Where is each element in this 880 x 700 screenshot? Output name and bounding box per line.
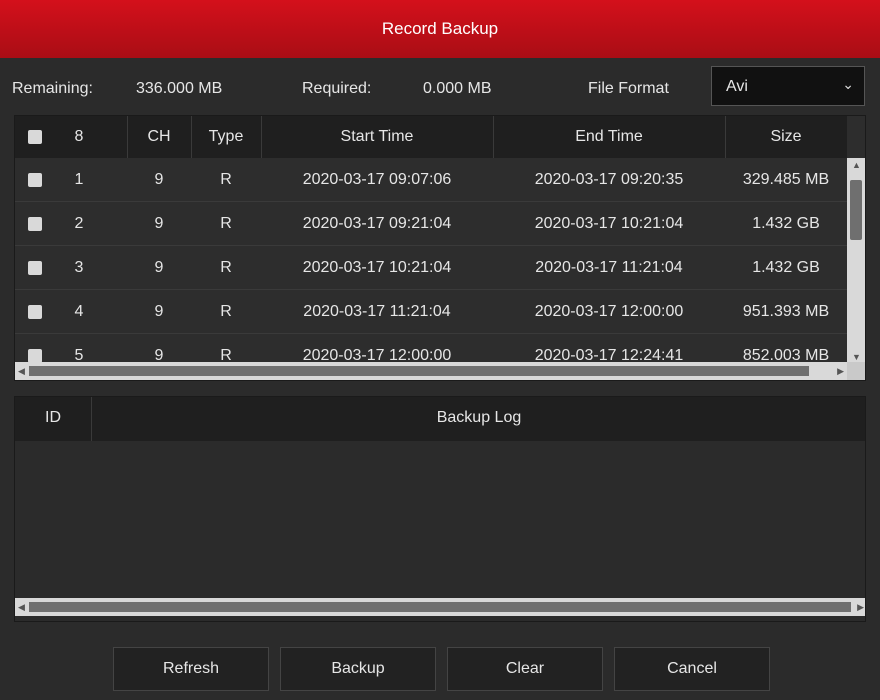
horizontal-scroll-thumb[interactable] (29, 366, 809, 376)
row-start-time: 2020-03-17 10:21:04 (302, 259, 452, 276)
row-type: R (220, 259, 232, 276)
vertical-scroll-thumb[interactable] (850, 180, 862, 240)
chevron-down-icon: ⌄ (842, 76, 854, 92)
file-format-label: File Format (588, 80, 669, 97)
row-type: R (220, 303, 232, 320)
row-end-time: 2020-03-17 09:20:35 (534, 171, 684, 188)
select-all-checkbox[interactable] (28, 130, 42, 144)
row-end-time: 2020-03-17 10:21:04 (534, 215, 684, 232)
row-size: 329.485 MB (742, 171, 830, 188)
col-ch: CH (147, 128, 171, 145)
table-row[interactable]: 1 9 R 2020-03-17 09:07:06 2020-03-17 09:… (15, 158, 847, 202)
row-number: 4 (74, 303, 84, 320)
required-label: Required: (302, 80, 372, 97)
col-backup-log: Backup Log (436, 409, 522, 426)
file-format-select[interactable]: Avi ⌄ (711, 66, 865, 106)
row-checkbox[interactable] (28, 349, 42, 363)
row-checkbox[interactable] (28, 305, 42, 319)
scroll-right-icon[interactable]: ▶ (857, 602, 864, 613)
col-id: ID (45, 409, 61, 426)
file-format-value: Avi (726, 78, 748, 95)
table-row[interactable]: 2 9 R 2020-03-17 09:21:04 2020-03-17 10:… (15, 202, 847, 246)
row-number: 3 (74, 259, 84, 276)
row-start-time: 2020-03-17 09:07:06 (302, 171, 452, 188)
table-row[interactable]: 4 9 R 2020-03-17 11:21:04 2020-03-17 12:… (15, 290, 847, 334)
row-size: 951.393 MB (742, 303, 830, 320)
row-size: 1.432 GB (752, 259, 820, 276)
required-value: 0.000 MB (423, 80, 492, 97)
record-file-table: 8 CH Type Start Time End Time Size 1 9 R… (14, 115, 866, 381)
row-type: R (220, 171, 232, 188)
col-size: Size (770, 128, 802, 145)
clear-button[interactable]: Clear (447, 647, 603, 691)
remaining-label: Remaining: (12, 80, 93, 97)
row-end-time: 2020-03-17 12:00:00 (534, 303, 684, 320)
row-start-time: 2020-03-17 09:21:04 (302, 215, 452, 232)
row-channel: 9 (154, 303, 164, 320)
col-start-time: Start Time (340, 128, 414, 145)
row-end-time: 2020-03-17 11:21:04 (535, 259, 683, 276)
col-type: Type (208, 128, 244, 145)
remaining-value: 336.000 MB (136, 80, 223, 97)
log-table-header: ID Backup Log (15, 397, 865, 441)
row-checkbox[interactable] (28, 173, 42, 187)
row-channel: 9 (154, 215, 164, 232)
cancel-button[interactable]: Cancel (614, 647, 770, 691)
scroll-left-icon[interactable]: ◀ (18, 366, 25, 377)
row-channel: 9 (154, 259, 164, 276)
col-end-time: End Time (575, 128, 643, 145)
row-size: 1.432 GB (752, 215, 820, 232)
scroll-down-icon[interactable]: ▼ (852, 352, 861, 362)
row-type: R (220, 215, 232, 232)
row-number: 2 (74, 215, 84, 232)
scroll-right-icon[interactable]: ▶ (837, 366, 844, 377)
row-checkbox[interactable] (28, 261, 42, 275)
log-table-horizontal-scrollbar[interactable]: ◀ ▶ (15, 598, 865, 616)
row-channel: 9 (154, 171, 164, 188)
backup-log-table: ID Backup Log ◀ ▶ (14, 396, 866, 622)
row-number: 1 (74, 171, 84, 188)
horizontal-scroll-thumb[interactable] (29, 602, 851, 612)
scroll-left-icon[interactable]: ◀ (18, 602, 25, 613)
file-table-header: 8 CH Type Start Time End Time Size (15, 116, 847, 158)
scroll-up-icon[interactable]: ▲ (852, 160, 861, 170)
row-start-time: 2020-03-17 11:21:04 (303, 303, 451, 320)
file-table-horizontal-scrollbar[interactable]: ◀ ▶ (15, 362, 847, 380)
col-count: 8 (74, 128, 84, 145)
scrollbar-corner (847, 362, 865, 380)
file-table-vertical-scrollbar[interactable]: ▲ ▼ (847, 158, 865, 364)
record-backup-dialog: Record Backup Remaining: 336.000 MB Requ… (0, 0, 880, 700)
row-checkbox[interactable] (28, 217, 42, 231)
table-row[interactable]: 3 9 R 2020-03-17 10:21:04 2020-03-17 11:… (15, 246, 847, 290)
refresh-button[interactable]: Refresh (113, 647, 269, 691)
backup-button[interactable]: Backup (280, 647, 436, 691)
dialog-title: Record Backup (0, 0, 880, 58)
